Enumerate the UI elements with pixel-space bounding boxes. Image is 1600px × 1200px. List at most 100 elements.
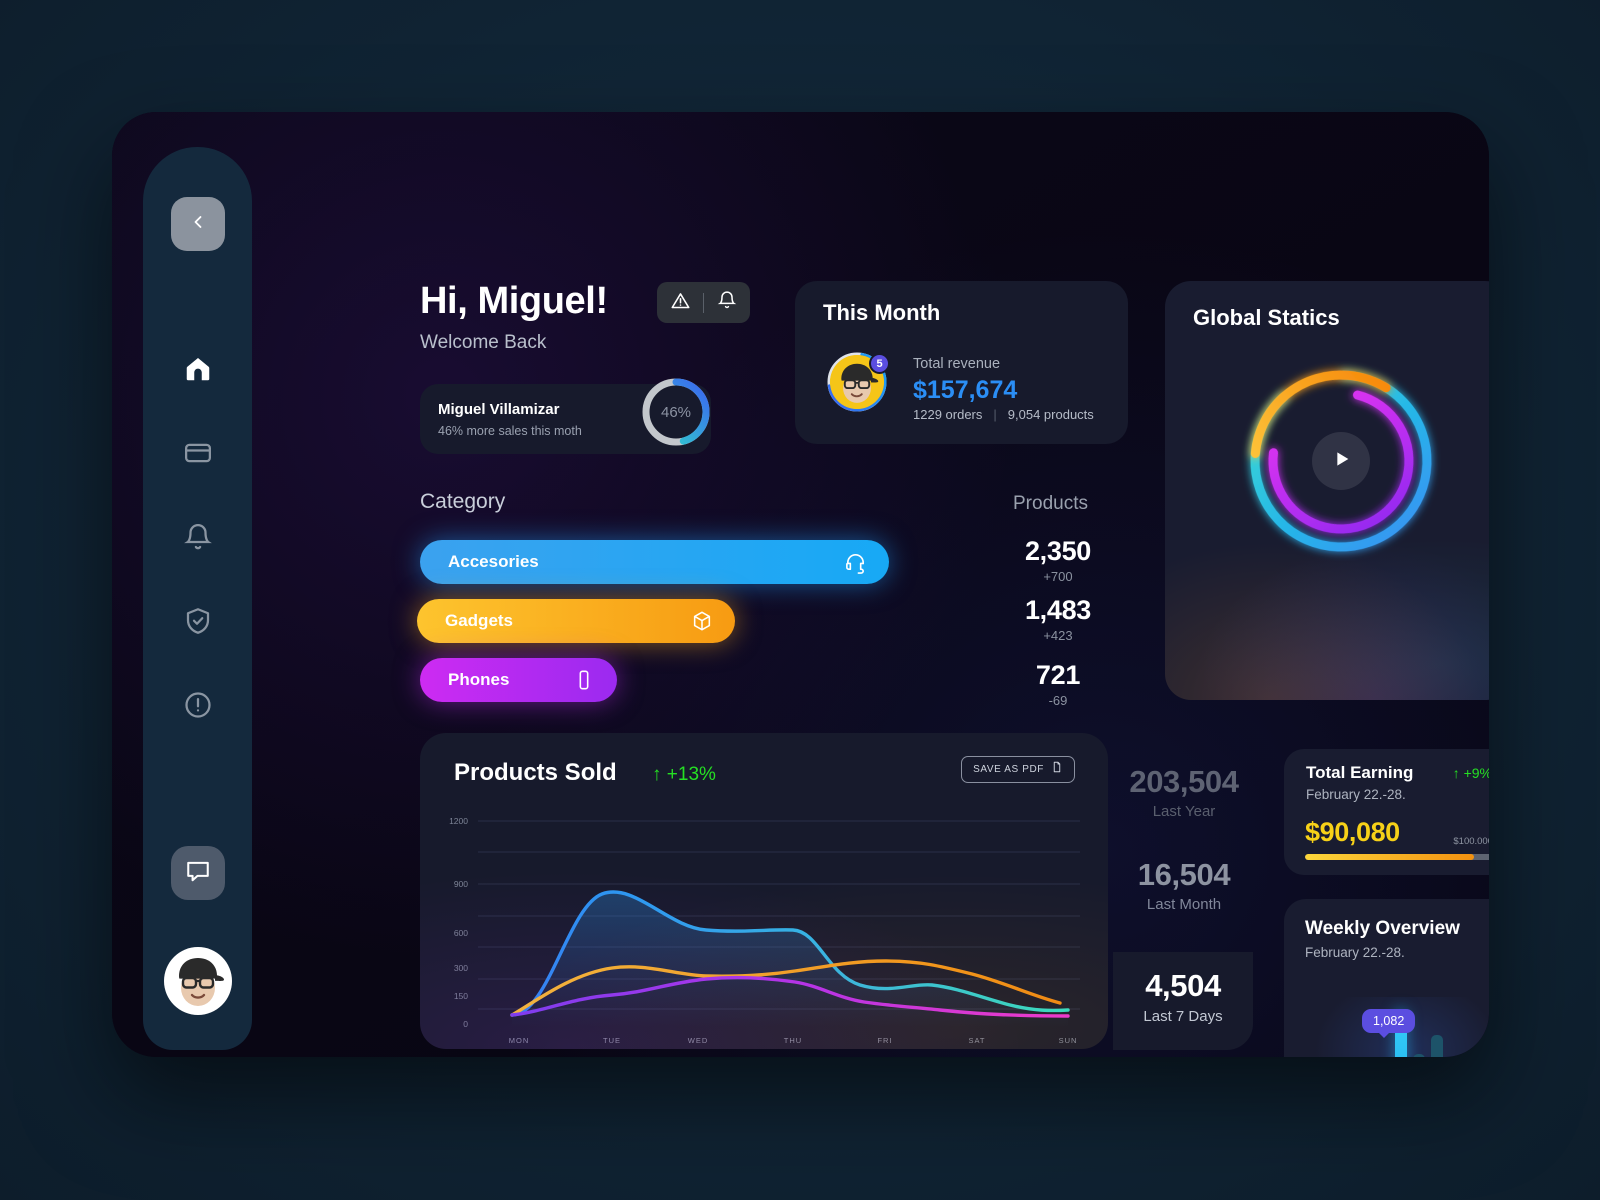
global-statics-title: Global Statics bbox=[1193, 305, 1340, 330]
products-sold-line-chart: 1200 900 600 300 150 0 MON TUE WED THU F… bbox=[449, 816, 1080, 1045]
play-button[interactable] bbox=[1312, 432, 1370, 490]
global-statics-card: Global Statics bbox=[1165, 281, 1489, 700]
total-revenue-label: Total revenue bbox=[913, 356, 1001, 372]
category-label: Phones bbox=[448, 670, 510, 689]
weekly-overview-tooltip: 1,082 bbox=[1362, 1009, 1416, 1038]
sidebar-item-payments[interactable] bbox=[178, 433, 218, 473]
total-earning-title: Total Earning bbox=[1306, 763, 1414, 782]
svg-text:0: 0 bbox=[463, 1019, 468, 1029]
products-count: 9,054 products bbox=[1007, 407, 1094, 422]
svg-text:150: 150 bbox=[454, 991, 468, 1001]
total-earning-max: $100.000 bbox=[1453, 836, 1489, 847]
user-progress-ring: 46% bbox=[633, 369, 719, 455]
stat-label: Last 7 Days bbox=[1143, 1008, 1223, 1025]
svg-text:MON: MON bbox=[509, 1036, 530, 1045]
stat-value: 4,504 bbox=[1145, 968, 1221, 1003]
product-delta: +423 bbox=[1043, 628, 1073, 643]
svg-text:900: 900 bbox=[454, 879, 468, 889]
products-sold-delta: ↑ +13% bbox=[652, 764, 716, 785]
product-stat-gadgets: 1,483 +423 bbox=[978, 595, 1138, 643]
user-subtitle: 46% more sales this moth bbox=[438, 424, 582, 438]
product-stat-accesories: 2,350 +700 bbox=[978, 536, 1138, 584]
total-earning-amount: $90,080 bbox=[1305, 817, 1400, 847]
save-as-pdf-label: SAVE AS PDF bbox=[973, 764, 1044, 775]
product-stat-phones: 721 -69 bbox=[978, 660, 1138, 708]
warning-button[interactable] bbox=[657, 290, 703, 316]
this-month-title: This Month bbox=[823, 300, 941, 325]
svg-text:TUE: TUE bbox=[603, 1036, 621, 1045]
sidebar-item-chat[interactable] bbox=[171, 846, 225, 900]
total-earning-card: Total Earning ↑ +9% February 22.-28. $90… bbox=[1284, 749, 1489, 875]
total-earning-date: February 22.-28. bbox=[1306, 787, 1406, 802]
stat-value: 16,504 bbox=[1137, 857, 1231, 892]
welcome-subtitle: Welcome Back bbox=[420, 332, 547, 353]
stat-label: Last Year bbox=[1152, 803, 1216, 820]
products-sold-title: Products Sold bbox=[454, 759, 617, 786]
chevron-left-icon bbox=[188, 212, 208, 237]
sidebar-item-security[interactable] bbox=[178, 601, 218, 641]
svg-text:600: 600 bbox=[454, 928, 468, 938]
total-earning-delta: ↑ +9% bbox=[1452, 765, 1489, 781]
sidebar-avatar[interactable] bbox=[164, 947, 232, 1015]
header-actions bbox=[657, 282, 750, 323]
stat-last-month: 16,504 Last Month bbox=[1084, 857, 1284, 913]
chart-area-accesories bbox=[512, 891, 1068, 1027]
product-count: 1,483 bbox=[1024, 595, 1092, 625]
category-pill-accesories[interactable]: Accesories bbox=[420, 540, 889, 584]
total-earning-progress-track bbox=[1305, 854, 1489, 860]
products-column-title: Products bbox=[1013, 493, 1088, 514]
cube-icon bbox=[691, 610, 713, 632]
svg-text:SAT: SAT bbox=[968, 1036, 985, 1045]
chat-bubble-icon bbox=[185, 858, 211, 889]
avatar-badge: 5 bbox=[869, 353, 890, 374]
weekly-overview-date: February 22.-28. bbox=[1305, 945, 1405, 960]
sidebar bbox=[143, 147, 252, 1050]
svg-text:SUN: SUN bbox=[1059, 1036, 1078, 1045]
svg-text:FRI: FRI bbox=[877, 1036, 892, 1045]
weekly-overview-title: Weekly Overview bbox=[1305, 918, 1460, 939]
user-progress-card[interactable]: Miguel Villamizar 46% more sales this mo… bbox=[420, 378, 711, 454]
stat-value: 203,504 bbox=[1129, 764, 1239, 799]
total-revenue-value: $157,674 bbox=[913, 376, 1018, 404]
save-as-pdf-button[interactable]: SAVE AS PDF bbox=[961, 756, 1075, 783]
category-label: Gadgets bbox=[445, 611, 514, 630]
page-title: Hi, Miguel! bbox=[420, 280, 608, 322]
category-label: Accesories bbox=[448, 552, 539, 571]
orders-count: 1229 orders bbox=[913, 407, 983, 422]
user-name: Miguel Villamizar bbox=[438, 401, 560, 418]
user-progress-label: 46% bbox=[660, 403, 692, 421]
sidebar-item-home[interactable] bbox=[178, 349, 218, 389]
dashboard-device-frame: Hi, Miguel! Welcome Back Miguel Villamiz… bbox=[112, 112, 1489, 1057]
global-statics-donut-chart bbox=[1241, 361, 1441, 561]
svg-text:THU: THU bbox=[784, 1036, 802, 1045]
document-icon bbox=[1051, 760, 1063, 779]
sidebar-item-notifications[interactable] bbox=[178, 517, 218, 557]
bell-icon bbox=[717, 290, 737, 315]
svg-text:WED: WED bbox=[688, 1036, 709, 1045]
dashboard-screen: Hi, Miguel! Welcome Back Miguel Villamiz… bbox=[112, 112, 1489, 1057]
svg-text:1200: 1200 bbox=[449, 816, 468, 826]
products-sold-card: Products Sold ↑ +13% SAVE AS PDF 1200 90… bbox=[420, 733, 1108, 1049]
this-month-avatar: 5 bbox=[826, 351, 890, 413]
weekly-overview-bar bbox=[1431, 1034, 1443, 1057]
stat-label: Last Month bbox=[1146, 896, 1222, 913]
greeting-block: Hi, Miguel! Welcome Back bbox=[420, 280, 608, 354]
stat-last-7-days: 4,504 Last 7 Days bbox=[1113, 952, 1253, 1050]
sidebar-back-button[interactable] bbox=[170, 197, 225, 251]
svg-text:300: 300 bbox=[454, 963, 468, 973]
notifications-button[interactable] bbox=[704, 290, 750, 315]
this-month-meta: 1229 orders | 9,054 products bbox=[913, 407, 1094, 422]
category-pill-gadgets[interactable]: Gadgets bbox=[417, 599, 735, 643]
sidebar-nav bbox=[178, 349, 218, 725]
product-count: 721 bbox=[1035, 660, 1081, 690]
sidebar-item-alerts[interactable] bbox=[178, 685, 218, 725]
total-earning-progress-fill bbox=[1305, 854, 1475, 860]
headphones-icon bbox=[844, 551, 867, 574]
meta-separator: | bbox=[993, 407, 997, 422]
play-icon bbox=[1330, 448, 1352, 475]
user-avatar-icon bbox=[167, 950, 229, 1012]
chart-y-ticks: 1200 900 600 300 150 0 bbox=[449, 816, 468, 1029]
weekly-overview-bar bbox=[1413, 1053, 1425, 1057]
phone-icon bbox=[573, 669, 595, 691]
category-pill-phones[interactable]: Phones bbox=[420, 658, 617, 702]
